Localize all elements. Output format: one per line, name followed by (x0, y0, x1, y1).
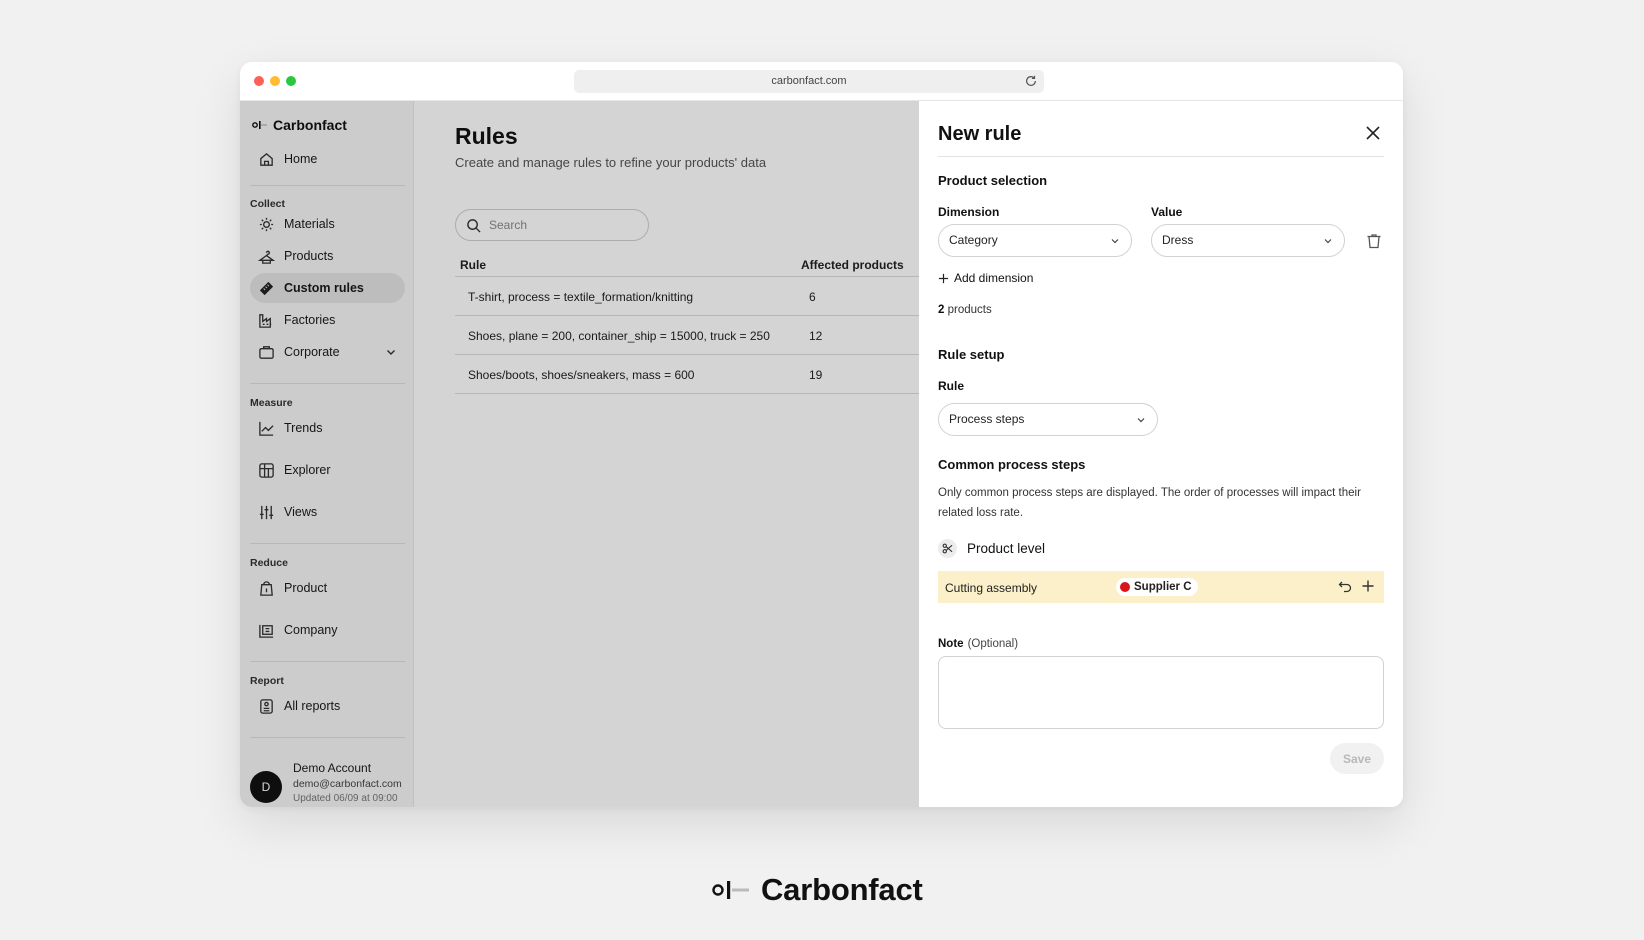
supplier-chip[interactable]: Supplier C (1116, 578, 1198, 596)
section-heading-product-selection: Product selection (938, 173, 1048, 188)
value-select[interactable]: Dress (1151, 224, 1345, 257)
chevron-down-icon (1137, 418, 1145, 423)
rule-label: Rule (938, 379, 965, 393)
add-dimension-label: Add dimension (954, 271, 1034, 285)
process-step-row[interactable]: Cutting assembly Supplier C (938, 571, 1384, 603)
browser-titlebar: carbonfact.com (240, 62, 1403, 101)
note-label: Note (Optional) (938, 638, 1018, 650)
reload-icon[interactable] (1024, 74, 1038, 88)
address-bar-url: carbonfact.com (771, 75, 847, 87)
product-level-title: Product level (967, 541, 1046, 556)
product-count: 2 products (938, 304, 992, 316)
supplier-name: Supplier C (1134, 581, 1192, 593)
dimension-select-value: Category (949, 233, 998, 247)
scissors-icon (938, 539, 957, 558)
add-dimension-button[interactable]: Add dimension (938, 271, 1033, 285)
close-icon[interactable] (1364, 124, 1382, 142)
rule-type-select-value: Process steps (949, 412, 1025, 426)
process-steps-description: Only common process steps are displayed.… (938, 487, 1361, 519)
product-level-group: Product level (938, 539, 1045, 558)
value-label: Value (1151, 205, 1183, 219)
address-bar[interactable]: carbonfact.com (574, 70, 1044, 93)
carbonfact-logo-icon (712, 881, 749, 899)
save-button[interactable]: Save (1330, 743, 1384, 774)
plus-icon[interactable] (1361, 579, 1375, 593)
footer-brand-name: Carbonfact (761, 872, 923, 907)
section-heading-rule-setup: Rule setup (938, 347, 1005, 362)
note-optional-text: (Optional) (967, 638, 1019, 650)
product-count-number: 2 (938, 304, 945, 316)
value-select-value: Dress (1162, 233, 1194, 247)
rule-type-select[interactable]: Process steps (938, 403, 1158, 436)
trash-icon[interactable] (1365, 232, 1383, 250)
note-label-text: Note (938, 638, 964, 650)
minimize-window-button[interactable] (270, 76, 280, 86)
undo-icon[interactable] (1338, 579, 1352, 593)
drawer-title: New rule (938, 123, 1022, 145)
process-step-name: Cutting assembly (945, 581, 1038, 595)
section-heading-common-process-steps: Common process steps (938, 457, 1086, 472)
close-window-button[interactable] (254, 76, 264, 86)
footer-brand-logo: Carbonfact (712, 872, 923, 908)
plus-icon (938, 273, 949, 283)
country-flag-icon (1120, 582, 1130, 592)
app: Carbonfact Home Collect Materials Produc… (240, 101, 1403, 807)
dimension-select[interactable]: Category (938, 224, 1132, 257)
chevron-down-icon (1324, 239, 1332, 244)
maximize-window-button[interactable] (286, 76, 296, 86)
browser-window: carbonfact.com Carbonfact Home Collect M… (240, 62, 1403, 807)
drawer-divider (938, 156, 1384, 157)
product-count-suffix: products (947, 304, 992, 316)
dimension-label: Dimension (938, 205, 1000, 219)
new-rule-drawer: New rule Product selection Dimension Cat… (919, 101, 1403, 807)
note-textarea[interactable] (938, 656, 1384, 729)
chevron-down-icon (1111, 239, 1119, 244)
